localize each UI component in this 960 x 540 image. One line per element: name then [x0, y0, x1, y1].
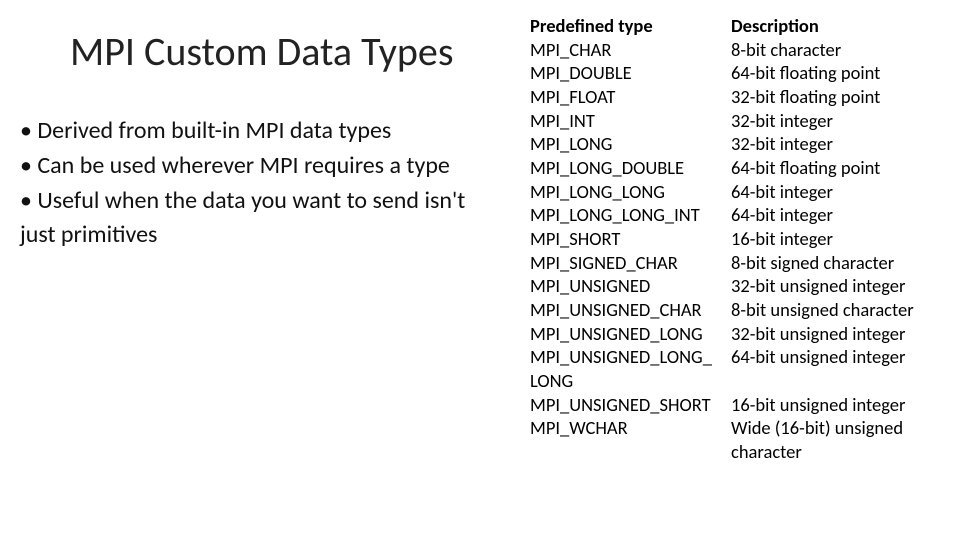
cell-desc: 32-bit unsigned integer: [731, 322, 950, 346]
table-row: MPI_LONG_DOUBLE64-bit floating point: [530, 156, 950, 180]
cell-desc: Wide (16-bit) unsigned character: [731, 416, 950, 463]
cell-type: MPI_FLOAT: [530, 85, 731, 109]
bullet-item: just primitives: [20, 218, 520, 253]
cell-desc: 32-bit floating point: [731, 85, 950, 109]
left-column: MPI Custom Data Types • Derived from bui…: [20, 30, 520, 253]
table-row: MPI_UNSIGNED_SHORT16-bit unsigned intege…: [530, 393, 950, 417]
cell-desc: 16-bit integer: [731, 227, 950, 251]
table-row: MPI_INT32-bit integer: [530, 109, 950, 133]
cell-type: MPI_LONG: [530, 132, 731, 156]
cell-desc: 8-bit character: [731, 38, 950, 62]
table-row: MPI_CHAR8-bit character: [530, 38, 950, 62]
bullet-item: • Derived from built-in MPI data types: [20, 114, 520, 149]
cell-desc: 64-bit unsigned integer: [731, 345, 950, 392]
cell-desc: 8-bit unsigned character: [731, 298, 950, 322]
bullet-list: • Derived from built-in MPI data types •…: [20, 114, 520, 253]
table-row: MPI_LONG_LONG_INT64-bit integer: [530, 203, 950, 227]
table-row: MPI_UNSIGNED32-bit unsigned integer: [530, 274, 950, 298]
cell-desc: 32-bit unsigned integer: [731, 274, 950, 298]
cell-type: MPI_LONG_LONG_INT: [530, 203, 731, 227]
cell-desc: 64-bit integer: [731, 203, 950, 227]
table-row: MPI_SIGNED_CHAR8-bit signed character: [530, 251, 950, 275]
table-row: MPI_LONG32-bit integer: [530, 132, 950, 156]
table-row: MPI_UNSIGNED_LONG32-bit unsigned integer: [530, 322, 950, 346]
table-row: MPI_UNSIGNED_CHAR8-bit unsigned characte…: [530, 298, 950, 322]
cell-type: MPI_UNSIGNED_SHORT: [530, 393, 731, 417]
table-row: MPI_LONG_LONG64-bit integer: [530, 180, 950, 204]
table-row: MPI_SHORT16-bit integer: [530, 227, 950, 251]
cell-desc: 8-bit signed character: [731, 251, 950, 275]
cell-desc: 16-bit unsigned integer: [731, 393, 950, 417]
cell-desc: 32-bit integer: [731, 109, 950, 133]
bullet-item: • Can be used wherever MPI requires a ty…: [20, 149, 520, 184]
cell-type: MPI_LONG_DOUBLE: [530, 156, 731, 180]
cell-type: MPI_DOUBLE: [530, 61, 731, 85]
cell-type: MPI_SHORT: [530, 227, 731, 251]
table-row: MPI_DOUBLE64-bit floating point: [530, 61, 950, 85]
cell-type: MPI_SIGNED_CHAR: [530, 251, 731, 275]
cell-desc: 32-bit integer: [731, 132, 950, 156]
cell-type: MPI_UNSIGNED_CHAR: [530, 298, 731, 322]
cell-type: MPI_INT: [530, 109, 731, 133]
cell-type: MPI_LONG_LONG: [530, 180, 731, 204]
table-row: MPI_WCHARWide (16-bit) unsigned characte…: [530, 416, 950, 463]
types-table: Predefined type Description MPI_CHAR8-bi…: [530, 14, 950, 464]
cell-type: MPI_CHAR: [530, 38, 731, 62]
bullet-item: • Useful when the data you want to send …: [20, 184, 520, 219]
right-column: Predefined type Description MPI_CHAR8-bi…: [530, 14, 950, 464]
cell-desc: 64-bit floating point: [731, 61, 950, 85]
slide-title: MPI Custom Data Types: [70, 30, 520, 74]
cell-type: MPI_UNSIGNED_LONG_ LONG: [530, 345, 731, 392]
table-row: MPI_FLOAT32-bit floating point: [530, 85, 950, 109]
col-header-type: Predefined type: [530, 14, 731, 38]
cell-desc: 64-bit floating point: [731, 156, 950, 180]
slide: MPI Custom Data Types • Derived from bui…: [0, 0, 960, 540]
cell-type: MPI_UNSIGNED: [530, 274, 731, 298]
col-header-desc: Description: [731, 14, 950, 38]
cell-type: MPI_WCHAR: [530, 416, 731, 463]
table-header-row: Predefined type Description: [530, 14, 950, 38]
cell-desc: 64-bit integer: [731, 180, 950, 204]
table-row: MPI_UNSIGNED_LONG_ LONG64-bit unsigned i…: [530, 345, 950, 392]
cell-type: MPI_UNSIGNED_LONG: [530, 322, 731, 346]
